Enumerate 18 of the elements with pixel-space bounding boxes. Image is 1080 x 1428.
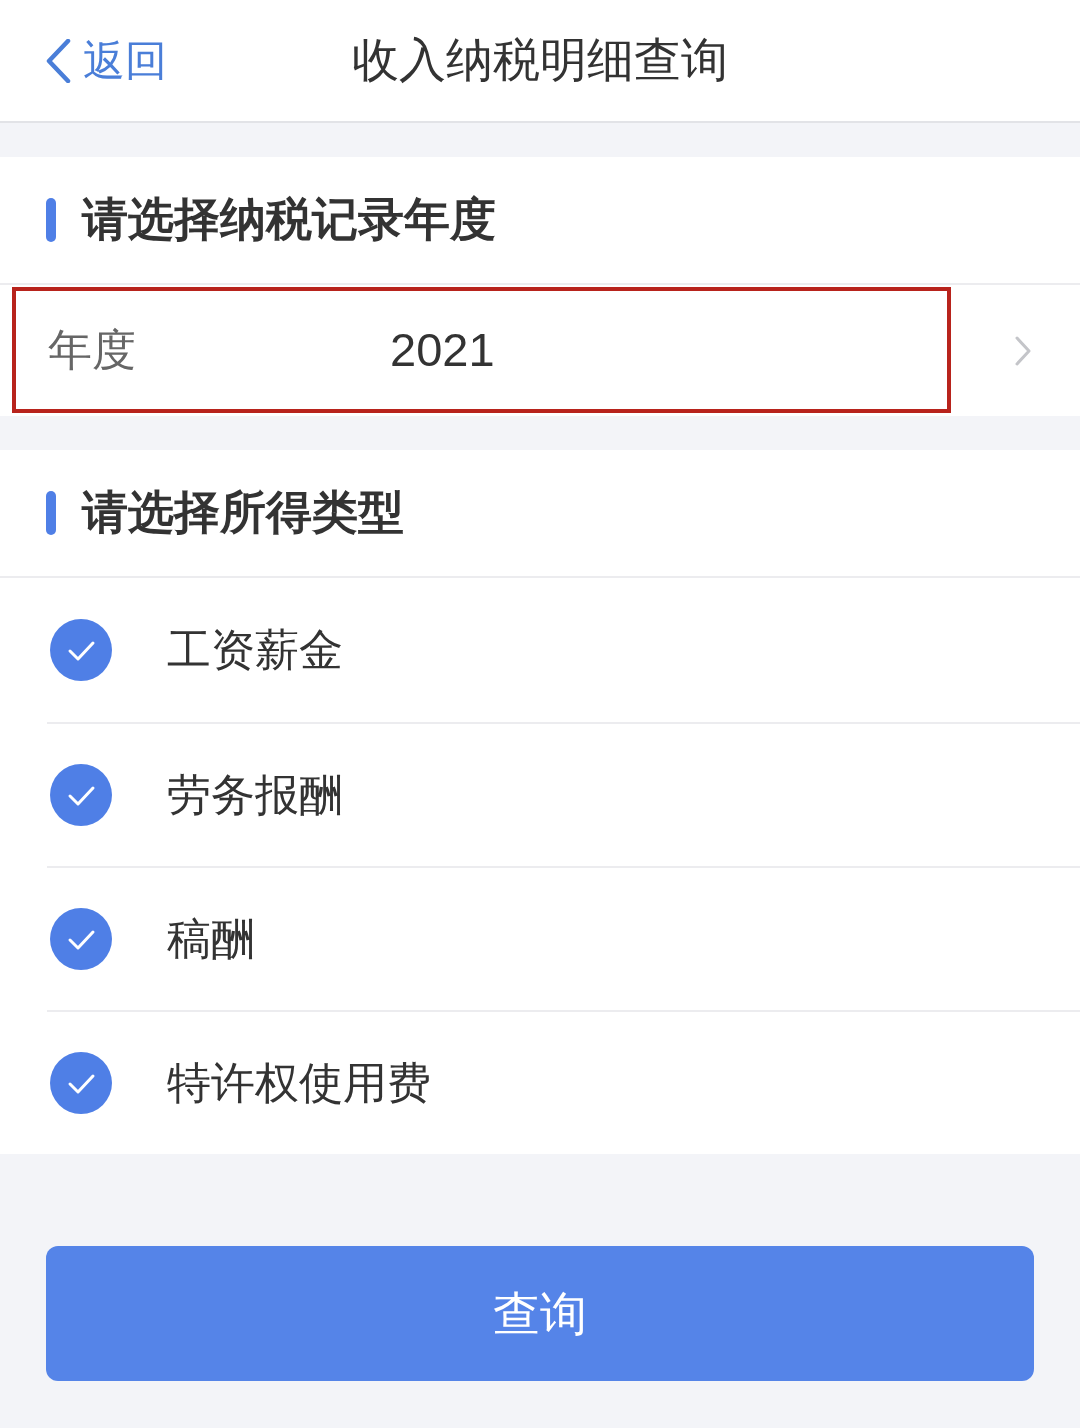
- year-value[interactable]: 2021: [390, 322, 1014, 379]
- query-button[interactable]: 查询: [46, 1246, 1034, 1381]
- income-type-label: 工资薪金: [167, 623, 343, 676]
- checked-circle-icon[interactable]: [50, 908, 112, 970]
- back-button[interactable]: 返回: [45, 38, 167, 83]
- page-title: 收入纳税明细查询: [352, 32, 728, 89]
- income-type-label: 特许权使用费: [167, 1056, 431, 1109]
- chevron-left-icon: [45, 38, 71, 83]
- checked-circle-icon[interactable]: [50, 1052, 112, 1114]
- section-title: 请选择所得类型: [82, 485, 404, 541]
- year-label: 年度: [48, 324, 137, 377]
- income-type-label: 劳务报酬: [167, 768, 343, 821]
- checked-circle-icon[interactable]: [50, 619, 112, 681]
- accent-bar-icon: [46, 491, 56, 535]
- income-type-label: 稿酬: [167, 912, 255, 965]
- checked-circle-icon[interactable]: [50, 764, 112, 826]
- section-title: 请选择纳税记录年度: [82, 192, 496, 248]
- accent-bar-icon: [46, 198, 56, 242]
